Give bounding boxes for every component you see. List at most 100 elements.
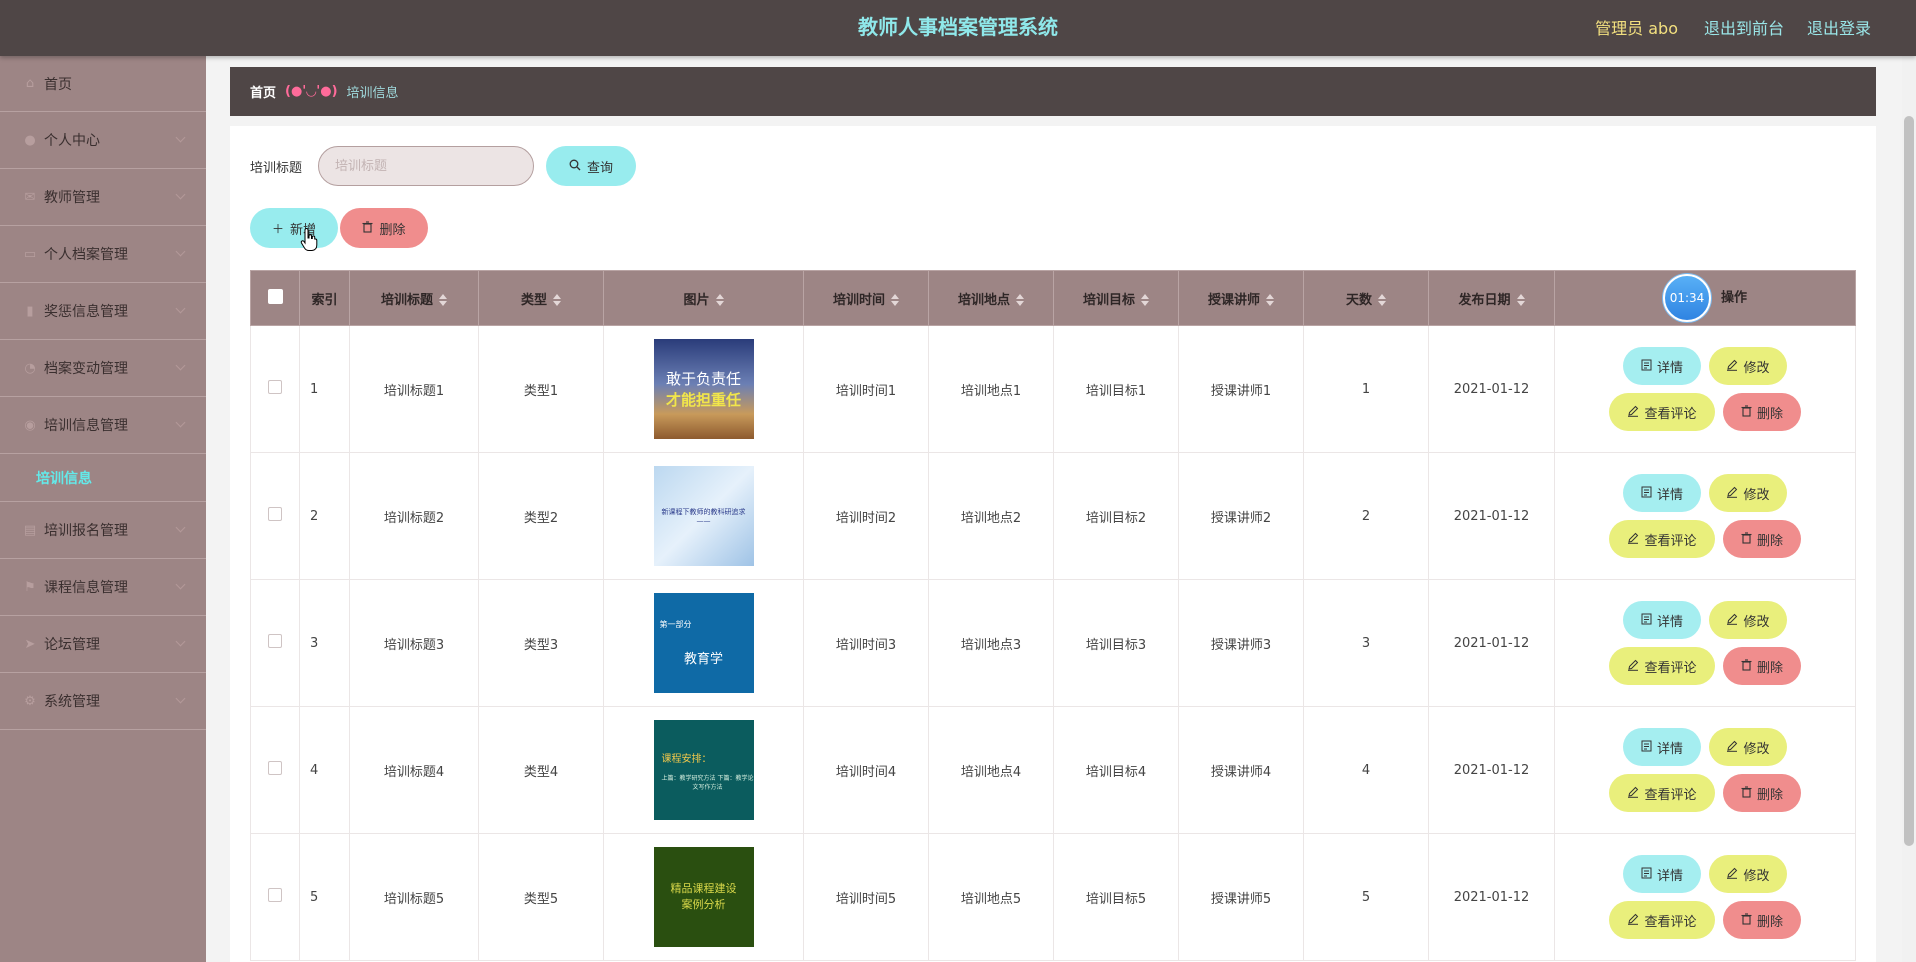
thumbnail-text: 课程安排： [661,753,712,765]
breadcrumb-separator: (●'◡'●) [285,84,338,99]
sidebar-item-label: 奖惩信息管理 [44,304,128,320]
row-checkbox[interactable] [268,507,282,521]
row-title: 培训标题3 [349,579,479,707]
trash-icon: ▮ [26,303,34,319]
detail-button[interactable]: 详情 [1623,728,1701,766]
thumbnail-text: —— [696,517,711,525]
edit-button[interactable]: 修改 [1709,855,1787,893]
sidebar-item-label: 教师管理 [44,190,100,206]
search-input[interactable] [318,146,534,186]
detail-button-label: 详情 [1656,614,1683,630]
row-actions: 详情 修改查看评论 删除 [1605,474,1805,558]
sidebar-item-mail[interactable]: ✉ 教师管理 [0,169,206,226]
row-days: 4 [1303,706,1429,834]
sidebar-item-settings[interactable]: ⚙ 系统管理 [0,673,206,730]
sort-icon[interactable] [715,294,724,306]
sort-icon[interactable] [1016,294,1024,306]
sort-icon[interactable] [553,294,561,306]
training-thumbnail[interactable]: 精品课程建设 案例分析 [653,847,754,947]
batch-delete-button[interactable]: 删除 [340,208,428,248]
column-header[interactable]: 类型 [478,270,604,326]
row-actions-cell: 详情 修改查看评论 删除 [1554,706,1856,834]
column-header[interactable]: 图片 [603,270,804,326]
exit-to-front-link[interactable]: 退出到前台 [1704,15,1784,39]
select-all-checkbox[interactable] [267,288,283,304]
row-checkbox[interactable] [268,634,282,648]
column-header[interactable]: 天数 [1303,270,1429,326]
row-select-cell [250,325,300,453]
detail-button[interactable]: 详情 [1623,347,1701,385]
row-days: 1 [1303,325,1429,453]
row-title: 培训标题1 [349,325,479,453]
sort-icon[interactable] [1516,294,1525,306]
row-checkbox[interactable] [268,761,282,775]
column-header-label: 培训标题 [380,292,433,308]
delete-row-button[interactable]: 删除 [1723,393,1801,431]
row-type: 类型3 [478,579,604,707]
training-thumbnail[interactable]: 第一部分 教育学 [653,593,754,693]
sidebar-item-shopping-bag[interactable]: ▤ 培训报名管理 [0,502,206,559]
edit-button-label: 修改 [1743,741,1770,757]
sidebar-subitem-training-info[interactable]: 培训信息 [0,454,206,502]
delete-row-button[interactable]: 删除 [1723,901,1801,939]
row-actions: 详情 修改查看评论 删除 [1605,347,1805,431]
column-header[interactable]: 索引 [299,270,350,326]
sidebar-item-label: 论坛管理 [44,637,100,653]
sidebar-item-trash[interactable]: ▮ 奖惩信息管理 [0,283,206,340]
sidebar-item-flag[interactable]: ⚑ 课程信息管理 [0,559,206,616]
column-header[interactable]: 培训标题 [349,270,479,326]
edit-button[interactable]: 修改 [1709,728,1787,766]
delete-row-button[interactable]: 删除 [1723,774,1801,812]
column-header[interactable]: 培训时间 [803,270,929,326]
training-thumbnail[interactable]: 课程安排： 上篇：教学研究方法 下篇：教学论文写作方法 [653,720,754,820]
column-header[interactable]: 培训目标 [1053,270,1179,326]
training-thumbnail[interactable]: 新课程下教师的教科研追求 —— [653,466,754,566]
sort-icon[interactable] [1141,294,1149,306]
sidebar-item-compass[interactable]: ◔ 档案变动管理 [0,340,206,397]
page-scrollbar-thumb[interactable] [1904,116,1914,846]
detail-button[interactable]: 详情 [1623,601,1701,639]
chevron-down-icon [175,360,186,371]
logout-link[interactable]: 退出登录 [1807,15,1871,39]
table-row: 3 培训标题3 类型3 第一部分 教育学 培训时间3 培训地点3 培训目标3 授课讲师3 3 202… [250,579,1856,707]
delete-row-button[interactable]: 删除 [1723,520,1801,558]
view-comments-button[interactable]: 查看评论 [1609,393,1715,431]
sidebar-item-home[interactable]: ⌂ 首页 [0,56,206,112]
edit-button[interactable]: 修改 [1709,347,1787,385]
row-date: 2021-01-12 [1428,833,1555,961]
edit-button[interactable]: 修改 [1709,601,1787,639]
sidebar-item-user[interactable]: ● 个人中心 [0,112,206,169]
column-header[interactable]: 授课讲师 [1178,270,1304,326]
trash-icon [1741,912,1752,928]
thumbnail-text: 新课程下教师的教科研追求 [661,508,746,516]
sidebar-item-send[interactable]: ➤ 论坛管理 [0,616,206,673]
row-checkbox[interactable] [268,380,282,394]
sort-icon[interactable] [1266,294,1274,306]
sort-icon[interactable] [1378,294,1386,306]
view-comments-button[interactable]: 查看评论 [1609,520,1715,558]
sidebar-item-location[interactable]: ◉ 培训信息管理 [0,397,206,454]
row-checkbox[interactable] [268,888,282,902]
training-table: 索引 培训标题 类型 图片 培训时间 培训地点 培训目标 授课讲师 天数 发布日期 01:34 操作 … [250,270,1856,961]
detail-button[interactable]: 详情 [1623,474,1701,512]
add-button[interactable]: ＋ 新增 [250,208,338,248]
row-index: 4 [299,706,350,834]
delete-row-button[interactable]: 删除 [1723,647,1801,685]
row-days: 5 [1303,833,1429,961]
training-thumbnail[interactable]: 敢于负责任 才能担重任 [653,339,754,439]
sidebar-item-chat[interactable]: ▭ 个人档案管理 [0,226,206,283]
query-button[interactable]: 查询 [546,146,636,186]
view-comments-button[interactable]: 查看评论 [1609,774,1715,812]
column-header[interactable]: 发布日期 [1428,270,1555,326]
breadcrumb-home[interactable]: 首页 [250,82,276,101]
sort-icon[interactable] [891,294,899,306]
edit-button[interactable]: 修改 [1709,474,1787,512]
timer-badge[interactable]: 01:34 [1662,274,1711,322]
view-comments-button[interactable]: 查看评论 [1609,647,1715,685]
row-place: 培训地点2 [928,452,1054,580]
page-scrollbar[interactable] [1902,56,1916,962]
view-comments-button[interactable]: 查看评论 [1609,901,1715,939]
sort-icon[interactable] [439,294,447,306]
detail-button[interactable]: 详情 [1623,855,1701,893]
column-header[interactable]: 培训地点 [928,270,1054,326]
